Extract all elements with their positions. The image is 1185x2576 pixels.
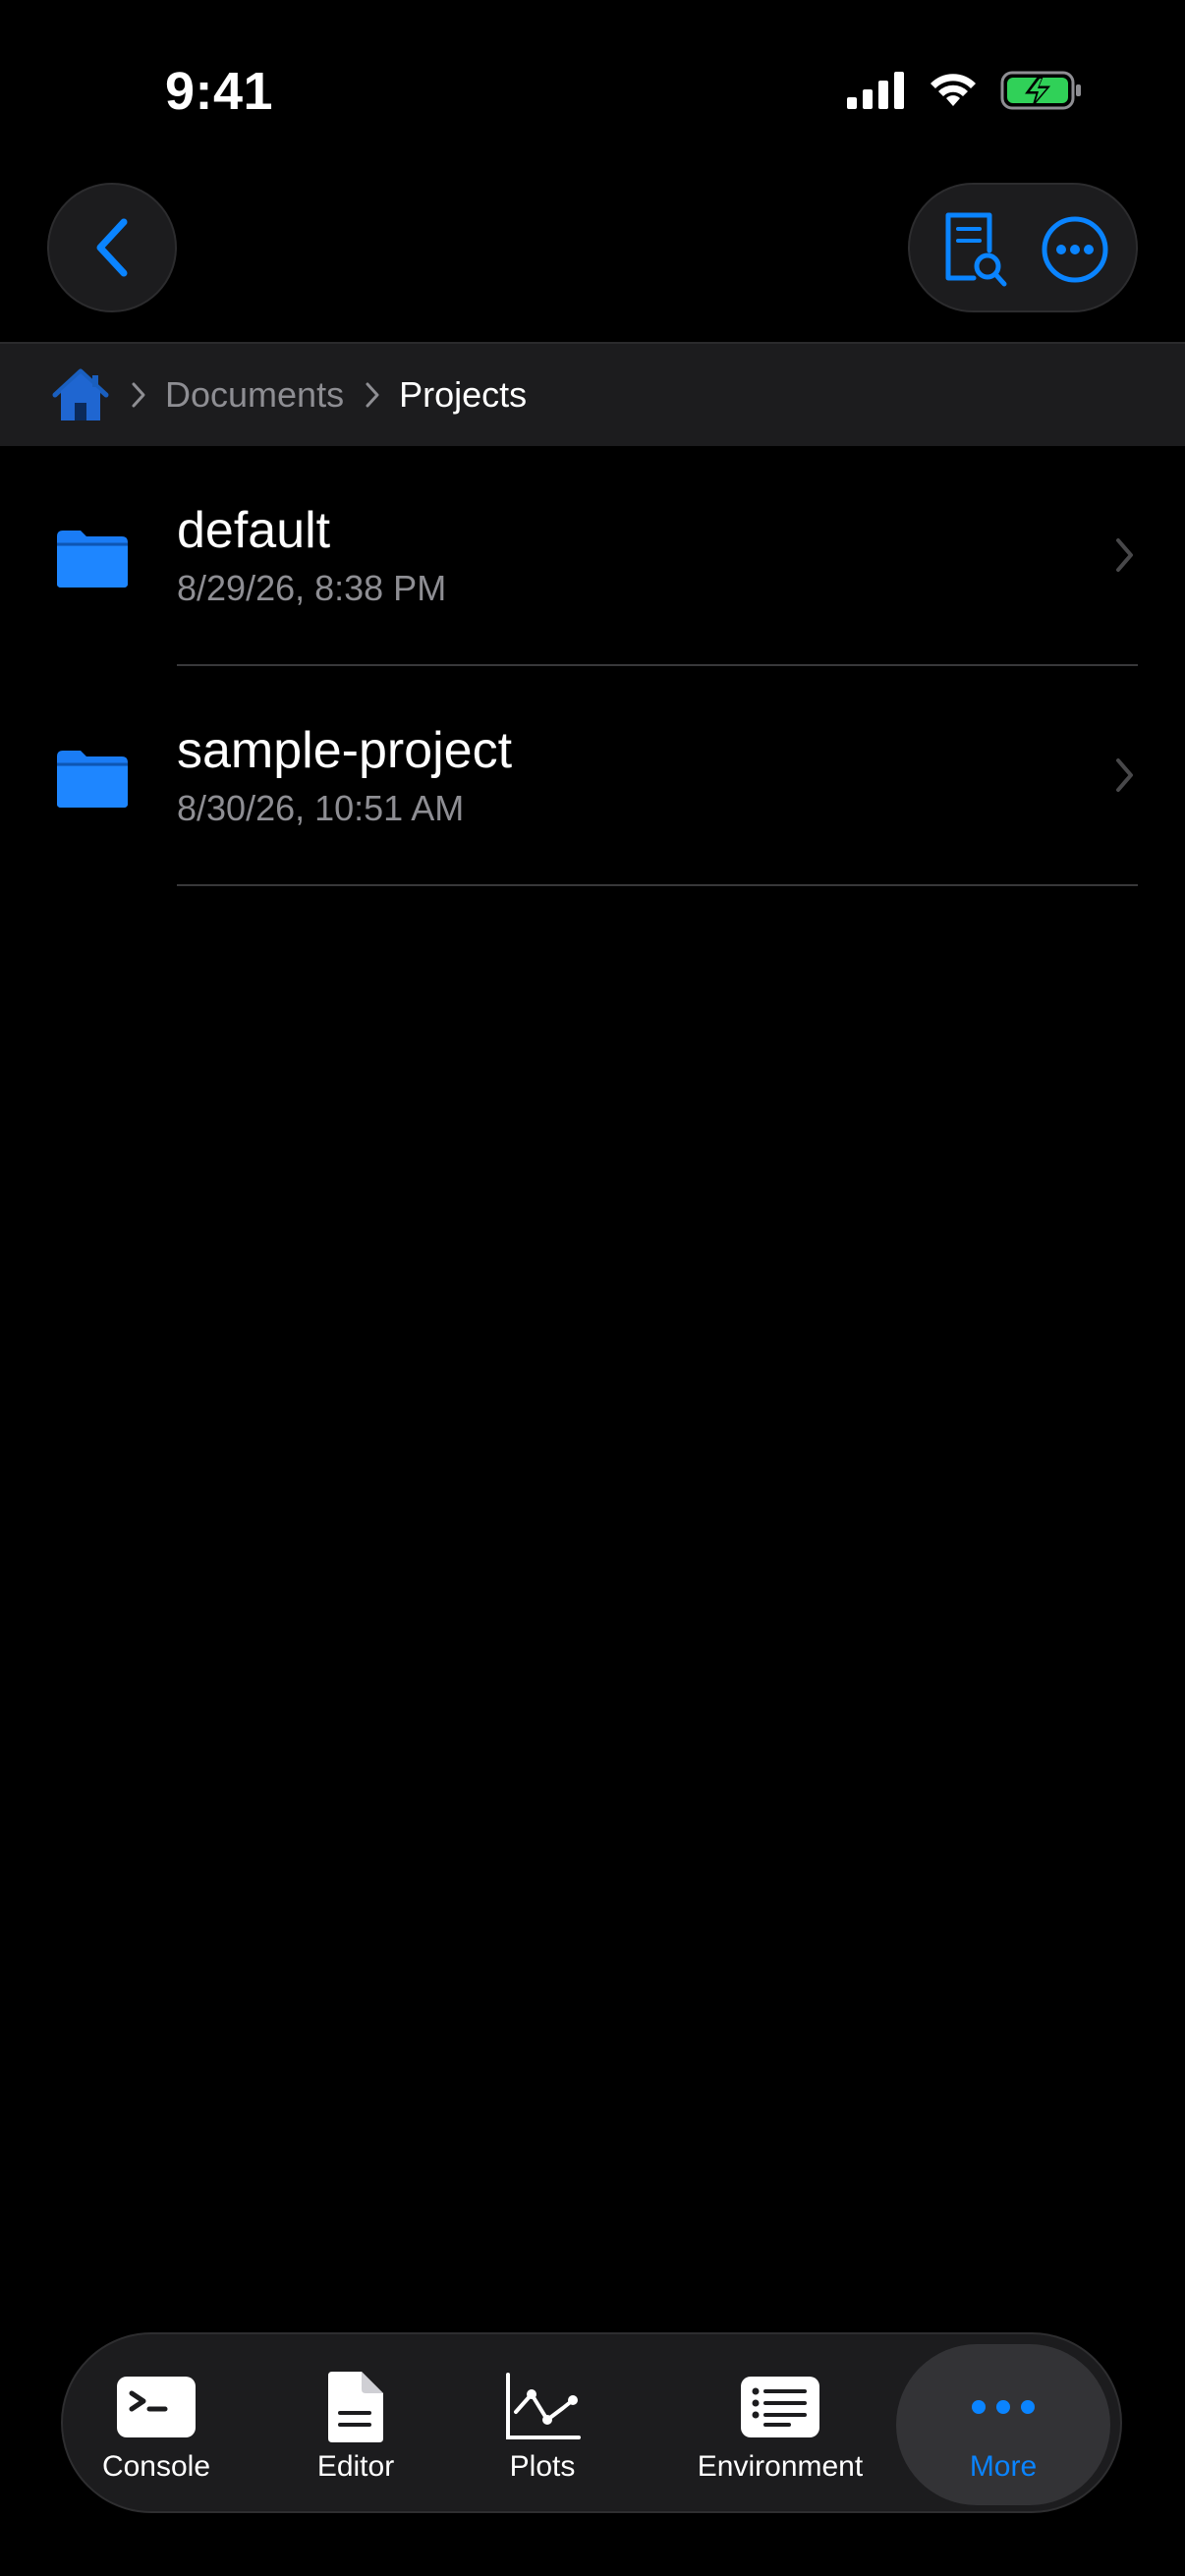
wifi-icon — [931, 74, 976, 106]
screen: { "status_bar": { "time": "9:41" }, "nav… — [0, 0, 1185, 2576]
tab-label: Editor — [316, 2450, 395, 2483]
list-icon — [741, 2377, 819, 2437]
nav-actions-group — [908, 183, 1138, 312]
breadcrumb-documents[interactable]: Documents — [165, 374, 344, 416]
more-options-button[interactable] — [1030, 204, 1120, 295]
chevron-right-icon — [1116, 538, 1133, 572]
tab-label: Plots — [509, 2450, 576, 2483]
tab-label: Console — [101, 2450, 211, 2483]
cellular-signal-icon — [847, 72, 904, 109]
tab-bar: Console Editor Plots Environment More — [61, 2332, 1122, 2513]
file-date: 8/29/26, 8:38 PM — [177, 568, 447, 608]
tab-plots[interactable]: Plots — [483, 2344, 601, 2505]
battery-charging-icon — [1000, 71, 1081, 110]
back-button[interactable] — [47, 183, 177, 312]
folder-icon — [57, 751, 128, 808]
ellipsis-circle-icon — [1042, 216, 1108, 283]
tab-environment[interactable]: Environment — [682, 2344, 878, 2505]
house-icon — [52, 368, 109, 420]
list-item-default[interactable]: default 8/29/26, 8:38 PM — [0, 446, 1185, 666]
line-chart-icon — [506, 2373, 581, 2439]
tab-label: More — [969, 2450, 1038, 2483]
document-icon — [328, 2372, 383, 2442]
tab-more[interactable]: More — [896, 2344, 1110, 2505]
chevron-right-icon — [366, 382, 379, 408]
tab-label: Environment — [697, 2450, 864, 2483]
chevron-left-icon — [96, 218, 128, 277]
tab-console[interactable]: Console — [83, 2344, 230, 2505]
breadcrumb-home[interactable] — [51, 367, 110, 422]
file-name: default — [177, 502, 331, 559]
breadcrumb-separator — [364, 380, 381, 410]
breadcrumb: Documents Projects — [0, 342, 1185, 446]
file-date: 8/30/26, 10:51 AM — [177, 788, 465, 828]
preview-button[interactable] — [930, 204, 1020, 295]
ellipsis-icon — [972, 2400, 1035, 2414]
chevron-right-icon — [132, 382, 145, 408]
breadcrumb-separator — [130, 380, 147, 410]
chevron-right-icon — [1116, 758, 1133, 792]
file-name: sample-project — [177, 722, 513, 779]
status-time: 9:41 — [165, 62, 274, 121]
list-item-sample-project[interactable]: sample-project 8/30/26, 10:51 AM — [0, 666, 1185, 886]
document-search-icon — [945, 212, 1007, 287]
terminal-icon — [117, 2377, 196, 2437]
breadcrumb-projects: Projects — [399, 374, 528, 415]
status-icons — [847, 71, 1083, 110]
row-divider — [177, 884, 1138, 886]
tab-editor[interactable]: Editor — [297, 2344, 415, 2505]
folder-icon — [57, 531, 128, 588]
